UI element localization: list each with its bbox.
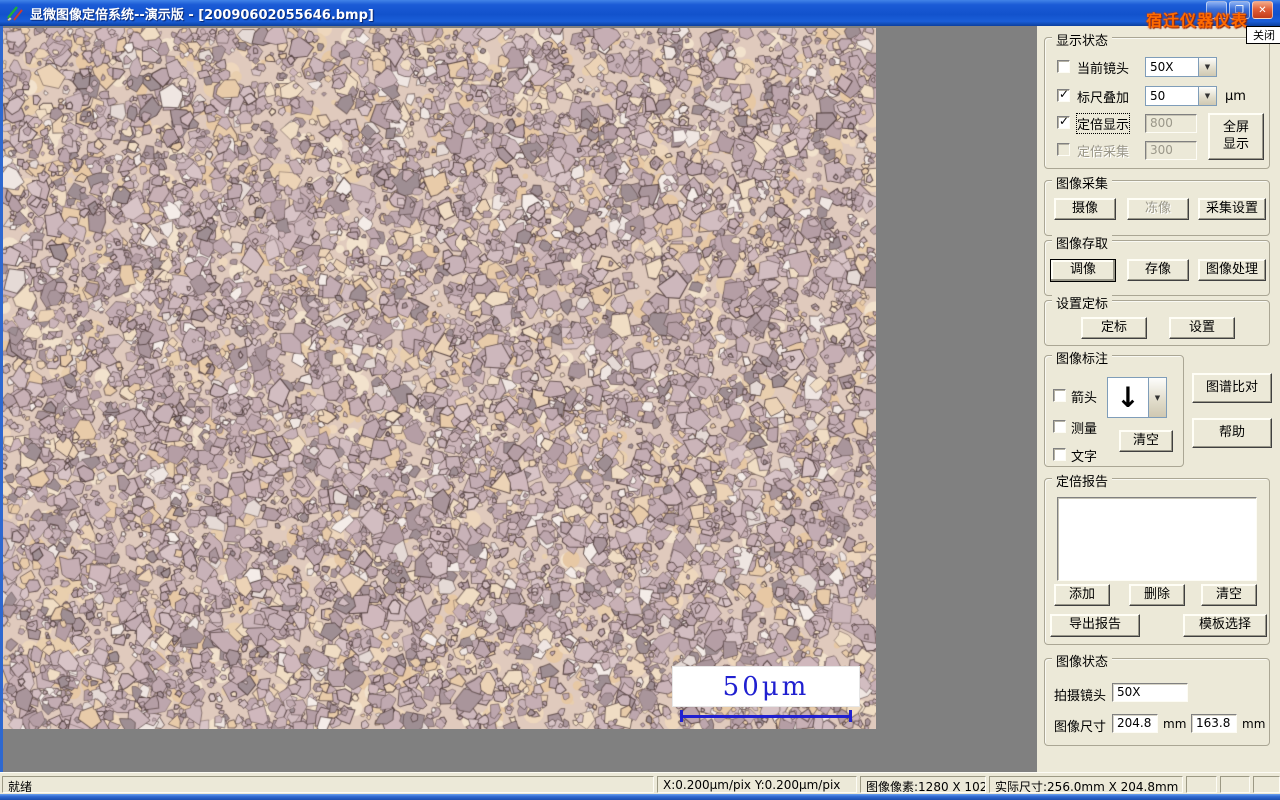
report-clear-button[interactable]: 清空	[1201, 584, 1257, 606]
atlas-compare-button[interactable]: 图谱比对	[1192, 373, 1272, 403]
group-storage-title: 图像存取	[1052, 233, 1113, 252]
measure-label: 测量	[1071, 422, 1098, 437]
freeze-button: 冻像	[1127, 198, 1189, 220]
width-unit: mm	[1163, 717, 1187, 731]
report-add-button[interactable]: 添加	[1054, 584, 1110, 606]
group-image-status: 图像状态 拍摄镜头 50X 图像尺寸 204.8 mm 163.8 mm	[1044, 651, 1270, 746]
status-spare-3	[1253, 776, 1280, 793]
lens-value-field[interactable]: 50X	[1112, 683, 1188, 702]
text-label: 文字	[1071, 450, 1098, 465]
window-title: 显微图像定倍系统--演示版 - [20090602055646.bmp]	[30, 8, 374, 23]
calibrate-button[interactable]: 定标	[1081, 317, 1147, 339]
chevron-down-icon[interactable]: ▼	[1198, 58, 1216, 76]
close-tooltip: 关闭	[1246, 26, 1280, 44]
status-actual-size: 实际尺寸:256.0mm X 204.8mm	[989, 776, 1183, 793]
arrow-checkbox[interactable]	[1053, 389, 1066, 402]
vendor-watermark: 宿迁仪器仪表	[1146, 11, 1249, 30]
scalebar-tick-left	[680, 710, 683, 722]
control-panel: 显示状态 当前镜头 50X ▼ 标尺叠加 50 ▼ μm 定倍显示 800 定倍	[1037, 26, 1280, 772]
current-lens-checkbox[interactable]	[1057, 60, 1070, 73]
group-display-status-title: 显示状态	[1052, 30, 1113, 49]
group-report-title: 定倍报告	[1052, 471, 1113, 490]
status-resolution: X:0.200μm/pix Y:0.200μm/pix	[657, 776, 857, 793]
size-label: 图像尺寸	[1054, 720, 1107, 735]
fullscreen-button[interactable]: 全屏显示	[1208, 113, 1264, 160]
fixed-display-checkbox[interactable]	[1057, 114, 1070, 129]
main-area: 50μm 显示状态 当前镜头 50X ▼ 标尺叠加	[0, 26, 1280, 772]
status-pixels: 图像像素:1280 X 1024	[860, 776, 986, 793]
scalebar-bar	[680, 715, 852, 718]
fixed-display-label: 定倍显示	[1075, 113, 1131, 134]
calibration-settings-button[interactable]: 设置	[1169, 317, 1235, 339]
status-spare-2	[1220, 776, 1250, 793]
height-unit: mm	[1242, 717, 1266, 731]
close-button[interactable]: ✕	[1252, 1, 1273, 19]
scale-overlay-label: 标尺叠加	[1077, 91, 1130, 106]
export-report-button[interactable]: 导出报告	[1050, 614, 1140, 637]
report-listbox[interactable]	[1057, 497, 1257, 581]
app-icon	[6, 6, 23, 22]
group-image-status-title: 图像状态	[1052, 651, 1113, 670]
text-checkbox[interactable]	[1053, 448, 1066, 461]
arrow-label: 箭头	[1071, 391, 1098, 406]
height-value-field[interactable]: 163.8	[1191, 714, 1237, 733]
load-image-button[interactable]: 调像	[1050, 259, 1116, 282]
capture-settings-button[interactable]: 采集设置	[1198, 198, 1266, 220]
down-arrow-icon: ↓	[1116, 381, 1140, 414]
group-calibration: 设置定标 定标 设置	[1044, 293, 1270, 346]
status-ready: 就绪	[2, 776, 654, 793]
save-image-button[interactable]: 存像	[1127, 259, 1189, 281]
group-display-status: 显示状态 当前镜头 50X ▼ 标尺叠加 50 ▼ μm 定倍显示 800 定倍	[1044, 30, 1270, 169]
lens-label: 拍摄镜头	[1054, 689, 1107, 704]
help-button[interactable]: 帮助	[1192, 418, 1272, 448]
scalebar-tick-right	[849, 710, 852, 722]
measure-checkbox[interactable]	[1053, 420, 1066, 433]
width-value-field[interactable]: 204.8	[1112, 714, 1158, 733]
group-report: 定倍报告 添加 删除 清空 导出报告 模板选择	[1044, 471, 1270, 645]
image-process-button[interactable]: 图像处理	[1198, 259, 1266, 281]
scalebar-text: 50μm	[722, 671, 810, 702]
arrow-style-combo[interactable]: ↓ ▼	[1107, 377, 1167, 418]
fixed-display-input: 800	[1145, 114, 1197, 133]
status-spare-1	[1186, 776, 1217, 793]
group-capture: 图像采集 摄像 冻像 采集设置	[1044, 173, 1270, 236]
current-lens-value: 50X	[1150, 60, 1174, 74]
close-icon: ✕	[1258, 4, 1267, 16]
fixed-capture-label: 定倍采集	[1077, 145, 1130, 160]
current-lens-combo[interactable]: 50X ▼	[1145, 57, 1217, 77]
scale-overlay-value: 50	[1150, 89, 1166, 103]
group-storage: 图像存取 调像 存像 图像处理	[1044, 233, 1270, 296]
shoot-button[interactable]: 摄像	[1054, 198, 1116, 220]
status-bar: 就绪 X:0.200μm/pix Y:0.200μm/pix 图像像素:1280…	[0, 772, 1280, 795]
image-viewport: 50μm	[3, 26, 1037, 772]
scale-overlay-combo[interactable]: 50 ▼	[1145, 86, 1217, 106]
application-window: 显微图像定倍系统--演示版 - [20090602055646.bmp] _ ❐…	[0, 0, 1280, 800]
report-delete-button[interactable]: 删除	[1129, 584, 1185, 606]
chevron-down-icon[interactable]: ▼	[1148, 378, 1166, 417]
title-bar: 显微图像定倍系统--演示版 - [20090602055646.bmp] _ ❐…	[0, 0, 1280, 30]
window-bottom-border	[0, 794, 1280, 800]
scale-overlay-checkbox[interactable]	[1057, 87, 1070, 102]
scale-overlay-unit: μm	[1225, 89, 1246, 104]
chevron-down-icon[interactable]: ▼	[1198, 87, 1216, 105]
fixed-capture-checkbox	[1057, 143, 1070, 156]
group-capture-title: 图像采集	[1052, 173, 1113, 192]
micrograph-canvas[interactable]	[3, 28, 876, 729]
scalebar-line	[680, 710, 852, 722]
scalebar-label-box: 50μm	[673, 667, 859, 706]
fixed-capture-input: 300	[1145, 141, 1197, 160]
annotation-clear-button[interactable]: 清空	[1119, 430, 1173, 452]
template-select-button[interactable]: 模板选择	[1183, 614, 1267, 637]
group-annotation: 图像标注 箭头 ↓ ▼ 测量 清空 文字	[1044, 348, 1184, 467]
current-lens-label: 当前镜头	[1077, 62, 1130, 77]
group-calibration-title: 设置定标	[1052, 293, 1113, 312]
group-annotation-title: 图像标注	[1052, 348, 1113, 367]
